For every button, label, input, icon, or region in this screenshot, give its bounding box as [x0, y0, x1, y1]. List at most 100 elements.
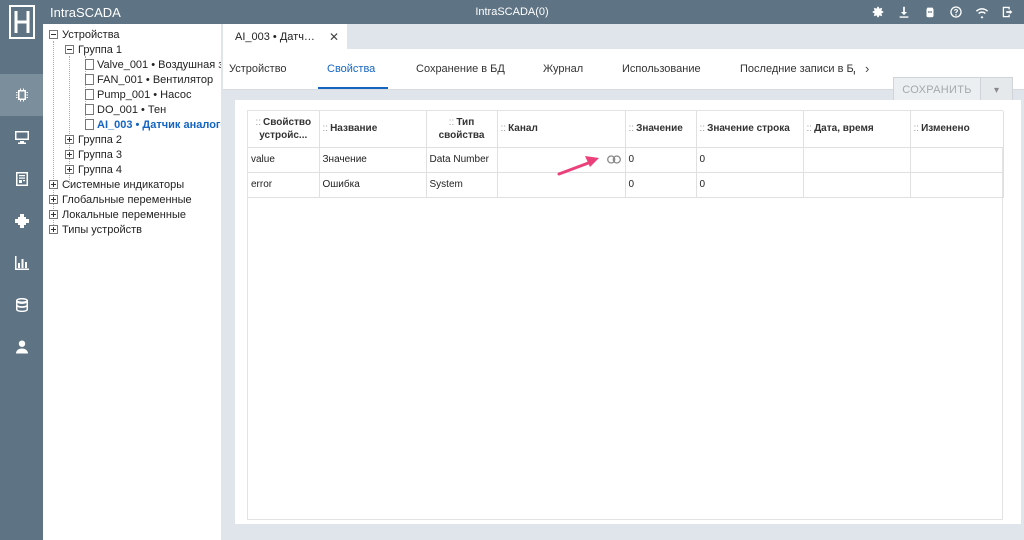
- tree-item-fan[interactable]: FAN_001 • Вентилятор: [85, 72, 213, 87]
- tree-item-heater[interactable]: DO_001 • Тен: [85, 102, 166, 117]
- tree-node-group-1[interactable]: Группа 1: [65, 42, 122, 57]
- chevron-right-icon[interactable]: ›: [865, 61, 869, 76]
- close-icon[interactable]: ✕: [329, 30, 339, 44]
- content-area: AI_003 • Датчик аналоговый ✕ Устройство …: [221, 24, 1024, 540]
- cell-value-string: 0: [696, 147, 804, 173]
- column-header-name[interactable]: :: Название: [319, 111, 427, 148]
- tree-item-pump[interactable]: Pump_001 • Насос: [85, 87, 191, 102]
- wifi-icon[interactable]: [974, 3, 990, 21]
- file-icon: [85, 74, 94, 85]
- rail-database-button[interactable]: [0, 284, 43, 326]
- tab-usage[interactable]: Использование: [622, 49, 701, 89]
- tree-node-device-types[interactable]: Типы устройств: [49, 222, 142, 237]
- rail-devices-button[interactable]: [0, 74, 43, 116]
- tree-item-valve[interactable]: Valve_001 • Воздушная заслонка: [85, 57, 221, 72]
- modules-icon: [14, 214, 29, 228]
- column-header-label: Значение строка: [707, 123, 790, 135]
- drag-handle-icon[interactable]: ::: [629, 123, 635, 134]
- download-icon[interactable]: [896, 3, 912, 21]
- tab-device[interactable]: Устройство: [229, 49, 287, 89]
- column-header-type[interactable]: :: Тип свойства: [426, 111, 498, 148]
- collapse-icon[interactable]: [65, 45, 74, 54]
- expand-icon[interactable]: [49, 195, 58, 204]
- drag-handle-icon[interactable]: ::: [700, 123, 706, 134]
- drag-handle-icon[interactable]: ::: [501, 123, 507, 134]
- tree-node-label: Группа 4: [78, 163, 123, 176]
- drag-handle-icon[interactable]: ::: [914, 123, 920, 134]
- cell-value-string: 0: [696, 172, 804, 198]
- column-header-label: Дата, время: [814, 123, 874, 135]
- column-header-value-string[interactable]: :: Значение строка: [696, 111, 804, 148]
- rail-charts-button[interactable]: [0, 242, 43, 284]
- cell-property: value: [248, 147, 320, 173]
- tab-properties[interactable]: Свойства: [327, 49, 375, 89]
- tree-node-group-3[interactable]: Группа 3: [65, 147, 122, 162]
- robot-icon[interactable]: [922, 3, 938, 21]
- document-tab[interactable]: AI_003 • Датчик аналоговый ✕: [223, 24, 347, 49]
- tree-item-ai-003[interactable]: AI_003 • Датчик аналоговый: [85, 117, 221, 132]
- tab-db-save[interactable]: Сохранение в БД: [416, 49, 505, 89]
- collapse-icon[interactable]: [49, 30, 58, 39]
- tree-node-local-vars[interactable]: Локальные переменные: [49, 207, 186, 222]
- tree-node-label: FAN_001 • Вентилятор: [97, 73, 214, 86]
- expand-icon[interactable]: [49, 225, 58, 234]
- expand-icon[interactable]: [49, 210, 58, 219]
- expand-icon[interactable]: [65, 165, 74, 174]
- user-icon: [15, 340, 28, 354]
- property-tabs: Устройство Свойства Сохранение в БД Журн…: [223, 49, 1024, 103]
- chevron-down-icon: ▾: [993, 84, 1000, 96]
- drag-handle-icon[interactable]: ::: [323, 123, 329, 134]
- devices-icon: [15, 88, 28, 102]
- rail-reports-button[interactable]: [0, 158, 43, 200]
- cell-name: Ошибка: [319, 172, 427, 198]
- column-header-label: Значение: [636, 123, 683, 135]
- tree-node-label: Pump_001 • Насос: [97, 88, 192, 101]
- properties-panel: :: Свойство устройс... :: Название :: Тип с…: [235, 100, 1021, 524]
- top-toolbar: [870, 3, 1016, 21]
- table-row[interactable]: value Значение Data Number 0 0: [248, 147, 1004, 173]
- column-header-changed[interactable]: :: Изменено: [910, 111, 1004, 148]
- tree-node-group-4[interactable]: Группа 4: [65, 162, 122, 177]
- rail-monitor-button[interactable]: [0, 116, 43, 158]
- column-header-datetime[interactable]: :: Дата, время: [803, 111, 911, 148]
- column-header-label: Свойство: [262, 116, 312, 128]
- expand-icon[interactable]: [65, 135, 74, 144]
- tree-node-global-vars[interactable]: Глобальные переменные: [49, 192, 192, 207]
- rail-modules-button[interactable]: [0, 200, 43, 242]
- expand-icon[interactable]: [49, 180, 58, 189]
- column-header-value[interactable]: :: Значение: [625, 111, 697, 148]
- help-icon[interactable]: [948, 3, 964, 21]
- column-header-channel[interactable]: :: Канал: [497, 111, 626, 148]
- expand-icon[interactable]: [65, 150, 74, 159]
- rail-user-button[interactable]: [0, 326, 43, 368]
- file-icon: [85, 104, 94, 115]
- tree-node-label: Типы устройств: [62, 223, 142, 236]
- cell-changed: [910, 147, 1004, 173]
- column-header-property[interactable]: :: Свойство устройс...: [248, 111, 320, 148]
- drag-handle-icon[interactable]: ::: [807, 123, 813, 134]
- device-tree: Устройства Группа 1 Valve_001 • Воздушна…: [43, 24, 221, 540]
- gear-icon[interactable]: [870, 3, 886, 21]
- tab-journal[interactable]: Журнал: [543, 49, 583, 89]
- tree-node-group-2[interactable]: Группа 2: [65, 132, 122, 147]
- tree-node-devices[interactable]: Устройства: [49, 27, 120, 42]
- column-header-label: устройс...: [259, 129, 308, 141]
- drag-handle-icon[interactable]: ::: [449, 117, 455, 128]
- table-row[interactable]: error Ошибка System 0 0: [248, 172, 1004, 198]
- tree-node-label: Системные индикаторы: [62, 178, 185, 191]
- file-icon: [85, 59, 94, 70]
- document-tab-label: AI_003 • Датчик аналоговый: [235, 30, 321, 43]
- drag-handle-icon[interactable]: ::: [255, 117, 261, 128]
- properties-table: :: Свойство устройс... :: Название :: Тип с…: [248, 111, 1004, 198]
- tree-node-label: Группа 1: [78, 43, 123, 56]
- link-icon[interactable]: [606, 154, 621, 164]
- tab-last-records[interactable]: Последние записи в БД: [740, 49, 855, 89]
- tree-node-system-indicators[interactable]: Системные индикаторы: [49, 177, 184, 192]
- logout-icon[interactable]: [1000, 3, 1016, 21]
- cell-type: System: [426, 172, 498, 198]
- column-header-label: Тип: [456, 116, 475, 128]
- cell-name: Значение: [319, 147, 427, 173]
- tree-node-label: Valve_001 • Воздушная заслонка: [97, 58, 221, 71]
- column-header-label: Канал: [508, 123, 538, 135]
- tree-node-label: Локальные переменные: [62, 208, 186, 221]
